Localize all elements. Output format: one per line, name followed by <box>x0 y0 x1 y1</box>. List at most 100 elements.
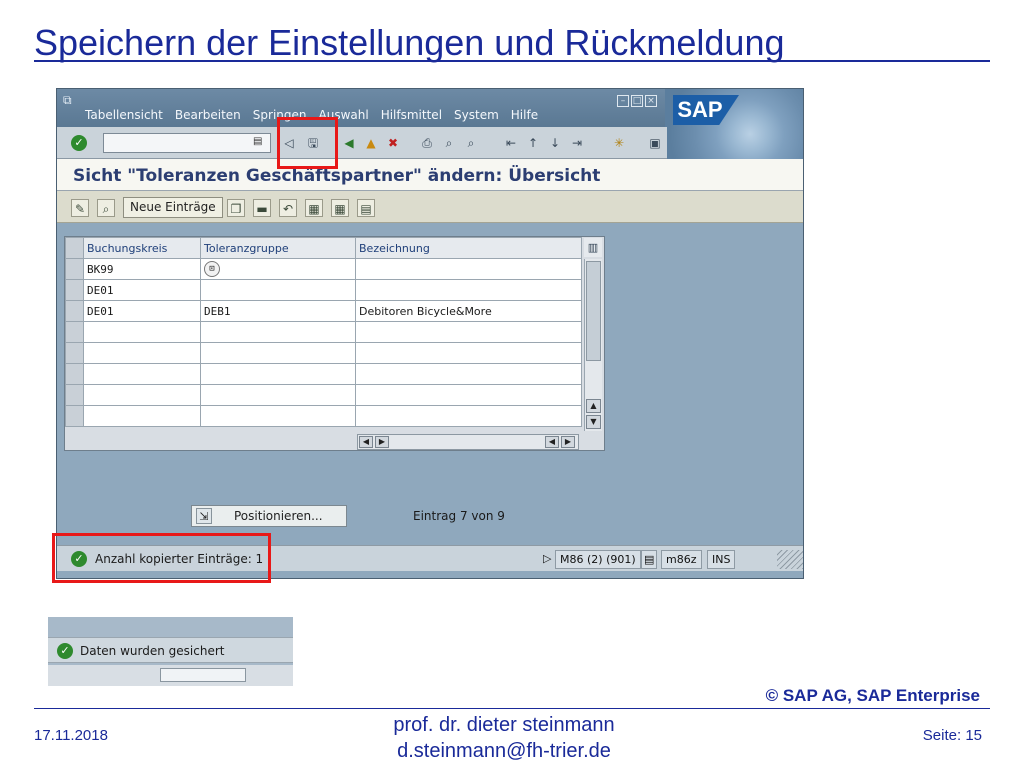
help-icon[interactable]: ▣ <box>647 135 663 151</box>
status-expand-icon[interactable]: ▷ <box>539 550 555 569</box>
tolerance-table: Buchungskreis Toleranzgruppe Bezeichnung… <box>65 237 582 427</box>
find-next-icon[interactable]: ⌕ <box>463 135 479 151</box>
display-change-icon[interactable]: ✎ <box>71 199 89 217</box>
menu-hilfsmittel[interactable]: Hilfsmittel <box>381 108 442 122</box>
cell-bezeichnung[interactable] <box>355 342 582 364</box>
status-highlight-frame <box>52 533 271 583</box>
horizontal-scrollbar[interactable]: ◀ ▶ ◀ ▶ <box>357 434 579 450</box>
row-selector[interactable] <box>65 363 84 385</box>
sap-logo-area: SAP <box>665 89 803 159</box>
sap-window: ⧉ Tabellensicht Bearbeiten Springen Ausw… <box>56 88 804 579</box>
previous-page-icon[interactable]: ↑ <box>525 135 541 151</box>
vertical-scrollbar[interactable]: ▲ ▼ <box>584 259 602 431</box>
command-field[interactable] <box>103 133 271 153</box>
row-selector[interactable] <box>65 321 84 343</box>
value-help-icon[interactable]: ⊡ <box>204 261 220 277</box>
column-settings-icon[interactable]: ▥ <box>584 238 602 257</box>
cell-toleranzgruppe[interactable] <box>200 342 356 364</box>
row-selector[interactable] <box>65 405 84 427</box>
row-selector[interactable] <box>65 300 84 322</box>
first-page-icon[interactable]: ⇤ <box>503 135 519 151</box>
resize-grip[interactable] <box>777 550 803 569</box>
cell-buchungskreis[interactable] <box>83 405 201 427</box>
cell-bezeichnung[interactable] <box>355 321 582 343</box>
cell-toleranzgruppe[interactable] <box>200 363 356 385</box>
command-history-icon[interactable]: ▤ <box>253 136 262 147</box>
copy-as-icon[interactable]: ❐ <box>227 199 245 217</box>
column-header[interactable]: Toleranzgruppe <box>200 237 356 259</box>
minimize-icon[interactable]: – <box>617 95 629 107</box>
cell-toleranzgruppe[interactable] <box>200 405 356 427</box>
scroll-left-icon[interactable]: ◀ <box>359 436 373 448</box>
cell-buchungskreis[interactable]: DE01 <box>83 300 201 322</box>
cell-buchungskreis[interactable] <box>83 321 201 343</box>
delete-icon[interactable]: ▬ <box>253 199 271 217</box>
cell-toleranzgruppe[interactable]: DEB1 <box>200 300 356 322</box>
column-header[interactable]: Buchungskreis <box>83 237 201 259</box>
undo-change-icon[interactable]: ↶ <box>279 199 297 217</box>
copyright: © SAP AG, SAP Enterprise <box>765 686 980 705</box>
status-server: m86z <box>661 550 702 569</box>
detail-icon[interactable]: ⌕ <box>97 199 115 217</box>
cell-toleranzgruppe[interactable] <box>200 279 356 301</box>
scroll-right-end-icon[interactable]: ▶ <box>561 436 575 448</box>
menu-hilfe[interactable]: Hilfe <box>511 108 538 122</box>
cell-bezeichnung[interactable] <box>355 258 582 280</box>
row-selector-header[interactable] <box>65 237 84 259</box>
cell-buchungskreis[interactable]: DE01 <box>83 279 201 301</box>
cell-toleranzgruppe[interactable] <box>200 321 356 343</box>
position-button[interactable]: ⇲ Positionieren... <box>191 505 347 527</box>
scroll-right-icon[interactable]: ▶ <box>375 436 389 448</box>
cell-bezeichnung[interactable] <box>355 363 582 385</box>
cancel-icon[interactable]: ✖ <box>385 135 401 151</box>
snippet-field <box>160 668 246 682</box>
menu-bearbeiten[interactable]: Bearbeiten <box>175 108 241 122</box>
enter-icon[interactable]: ✓ <box>71 135 87 151</box>
cell-toleranzgruppe[interactable]: ⊡ <box>200 258 356 280</box>
row-selector[interactable] <box>65 342 84 364</box>
server-list-icon[interactable]: ▤ <box>641 550 658 569</box>
select-block-icon[interactable]: ▦ <box>331 199 349 217</box>
status-mode[interactable]: INS <box>707 550 736 569</box>
menu-system[interactable]: System <box>454 108 499 122</box>
scroll-down-icon[interactable]: ▼ <box>586 415 601 429</box>
new-session-icon[interactable]: ✳ <box>611 135 627 151</box>
title-rule <box>34 60 990 62</box>
menu-tabellensicht[interactable]: Tabellensicht <box>85 108 163 122</box>
cell-buchungskreis[interactable] <box>83 363 201 385</box>
deselect-all-icon[interactable]: ▤ <box>357 199 375 217</box>
cell-buchungskreis[interactable]: BK99 <box>83 258 201 280</box>
back-icon[interactable]: ◀ <box>341 135 357 151</box>
cell-buchungskreis[interactable] <box>83 384 201 406</box>
scroll-left-end-icon[interactable]: ◀ <box>545 436 559 448</box>
status-system[interactable]: M86 (2) (901) <box>555 550 641 569</box>
author-email: d.steinmann@fh-trier.de <box>397 740 611 762</box>
close-icon[interactable]: × <box>645 95 657 107</box>
cell-bezeichnung[interactable] <box>355 405 582 427</box>
scroll-up-icon[interactable]: ▲ <box>586 399 601 413</box>
exit-icon[interactable]: ▲ <box>363 135 379 151</box>
vertical-scroll-thumb[interactable] <box>586 261 601 361</box>
position-icon: ⇲ <box>196 508 212 524</box>
page-label: Seite: <box>922 727 962 744</box>
table-row: BK99 ⊡ <box>65 258 582 280</box>
column-header[interactable]: Bezeichnung <box>355 237 582 259</box>
maximize-icon[interactable]: □ <box>631 95 643 107</box>
system-menu-icon[interactable]: ⧉ <box>63 93 72 108</box>
next-page-icon[interactable]: ↓ <box>547 135 563 151</box>
cell-buchungskreis[interactable] <box>83 342 201 364</box>
new-entries-button[interactable]: Neue Einträge <box>123 197 223 218</box>
select-all-icon[interactable]: ▦ <box>305 199 323 217</box>
row-selector[interactable] <box>65 258 84 280</box>
cell-bezeichnung[interactable]: Debitoren Bicycle&More <box>355 300 582 322</box>
cell-bezeichnung[interactable] <box>355 279 582 301</box>
print-icon[interactable]: ⎙ <box>419 135 435 151</box>
row-selector[interactable] <box>65 384 84 406</box>
position-button-label: Positionieren... <box>234 509 323 523</box>
last-page-icon[interactable]: ⇥ <box>569 135 585 151</box>
page-number: 15 <box>965 727 982 744</box>
cell-toleranzgruppe[interactable] <box>200 384 356 406</box>
find-icon[interactable]: ⌕ <box>441 135 457 151</box>
cell-bezeichnung[interactable] <box>355 384 582 406</box>
row-selector[interactable] <box>65 279 84 301</box>
